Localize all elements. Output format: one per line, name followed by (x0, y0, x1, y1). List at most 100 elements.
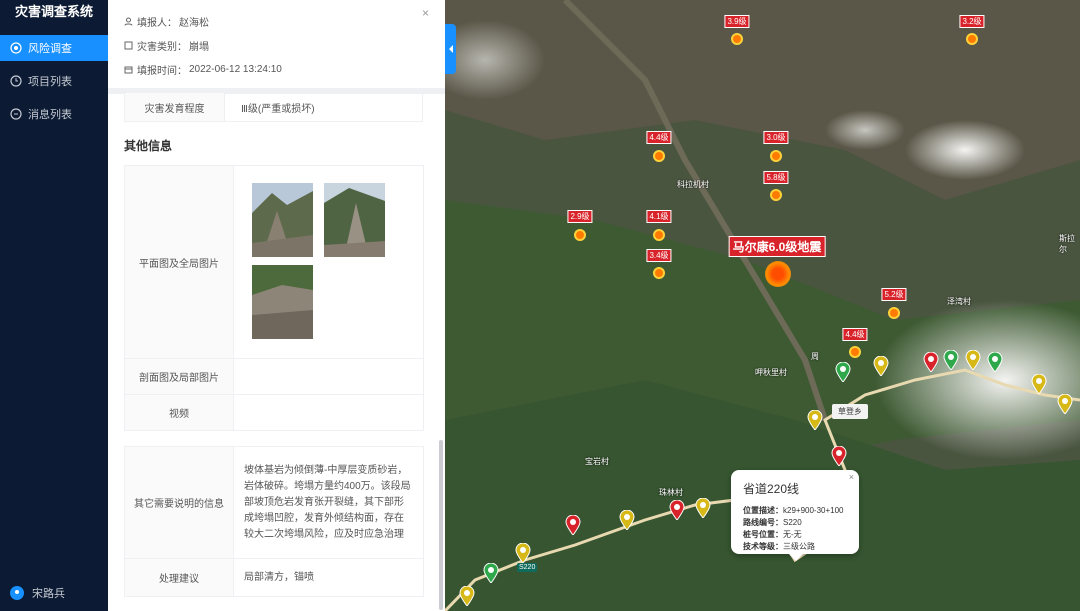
scrollbar[interactable] (439, 440, 443, 610)
stake-label: 桩号位置： (743, 530, 783, 539)
user-profile[interactable]: 宋路兵 (10, 585, 65, 601)
road-code-label: 路线编号： (743, 518, 783, 527)
earthquake-marker[interactable] (731, 33, 743, 45)
map-pin-icon[interactable] (831, 446, 847, 466)
photo-thumbnail[interactable] (323, 183, 385, 257)
note-label: 其它需要说明的信息 (124, 446, 234, 559)
magnitude-tag: 4.1级 (646, 210, 672, 223)
type-value: 崩塌 (189, 41, 209, 53)
map-pin-icon[interactable] (669, 500, 685, 520)
map-view[interactable]: 科拉机村 泽湾村 呷秋里村 宝岩村 珠林村 斯拉尔 周 3.9级 3.2级 4.… (445, 0, 1080, 611)
main-quake-label: 马尔康6.0级地震 (728, 236, 826, 257)
earthquake-marker[interactable] (888, 307, 900, 319)
place-label: 科拉机村 (677, 180, 709, 189)
media-table: 平面图及全局图片 剖面图及局部图片 视频 (124, 165, 424, 431)
map-pin-icon[interactable] (923, 352, 939, 372)
close-icon[interactable]: × (422, 6, 429, 20)
map-pin-icon[interactable] (873, 356, 889, 376)
place-label: 宝岩村 (585, 457, 609, 466)
map-pin-icon[interactable] (619, 510, 635, 530)
photo-thumbnail[interactable] (252, 183, 313, 257)
time-label: 填报时间： (137, 65, 187, 77)
section-title: 其他信息 (124, 139, 173, 153)
road-info-popup: × 省道220线 位置描述：k29+900-30+100 路线编号：S220 桩… (731, 470, 859, 561)
type-label: 灾害类别： (137, 41, 187, 53)
map-pin-icon[interactable] (1057, 394, 1073, 414)
note-value: 坡体基岩为倾倒薄-中厚层变质砂岩，岩体破碎。垮塌方量约400万。该段局部坡顶危岩… (233, 446, 424, 559)
calendar-icon (124, 66, 133, 73)
earthquake-marker[interactable] (653, 229, 665, 241)
collapse-panel-button[interactable] (445, 24, 456, 74)
place-label: 泽湾村 (947, 297, 971, 306)
develop-value: Ⅲ级(严重或损坏) (241, 103, 315, 115)
advice-value: 局部清方，锚喷 (233, 558, 424, 597)
video-label: 视频 (124, 394, 234, 431)
road-tag: S220 (517, 563, 538, 572)
close-icon[interactable]: × (849, 472, 854, 482)
develop-label: 灾害发育程度 (125, 93, 225, 121)
sidebar: 灾害调查系统 风险调查 项目列表 消息列表 宋路兵 (0, 0, 108, 611)
map-pin-icon[interactable] (807, 410, 823, 430)
magnitude-tag: 5.2级 (881, 288, 907, 301)
sidebar-item-message-list[interactable]: 消息列表 (0, 101, 108, 127)
map-pin-icon[interactable] (695, 498, 711, 518)
develop-row: 灾害发育程度 Ⅲ级(严重或损坏) (124, 92, 423, 122)
message-list-icon (10, 108, 22, 120)
place-label: 呷秋里村 (755, 368, 787, 377)
map-pin-icon[interactable] (459, 586, 475, 606)
grade-label: 技术等级： (743, 542, 783, 551)
place-label: 斯拉尔 (1059, 234, 1075, 254)
earthquake-marker[interactable] (574, 229, 586, 241)
map-pin-icon[interactable] (1031, 374, 1047, 394)
photo-thumbnail[interactable] (252, 265, 313, 339)
sidebar-item-project-list[interactable]: 项目列表 (0, 68, 108, 94)
sidebar-item-label: 消息列表 (28, 109, 72, 121)
earthquake-marker[interactable] (770, 189, 782, 201)
category-icon (124, 41, 133, 49)
earthquake-marker[interactable] (849, 346, 861, 358)
magnitude-tag: 3.0级 (763, 131, 789, 144)
time-row: 填报时间： 2022-06-12 13:24:10 (124, 57, 429, 81)
reporter-label: 填报人： (137, 17, 177, 29)
notes-table: 其它需要说明的信息 坡体基岩为倾倒薄-中厚层变质砂岩，岩体破碎。垮塌方量约400万… (124, 446, 424, 597)
location-label: 位置描述： (743, 506, 783, 515)
map-pin-icon[interactable] (483, 563, 499, 583)
magnitude-tag: 5.8级 (763, 171, 789, 184)
type-row: 灾害类别： 崩塌 (124, 33, 429, 57)
profile-label: 剖面图及局部图片 (124, 358, 234, 395)
magnitude-tag: 2.9级 (567, 210, 593, 223)
magnitude-tag: 3.4级 (646, 249, 672, 262)
map-pin-icon[interactable] (515, 543, 531, 563)
map-pin-icon[interactable] (965, 350, 981, 370)
magnitude-tag: 3.2级 (959, 15, 985, 28)
earthquake-marker[interactable] (653, 150, 665, 162)
map-pin-icon[interactable] (987, 352, 1003, 372)
earthquake-marker[interactable] (770, 150, 782, 162)
map-pin-icon[interactable] (943, 350, 959, 370)
app-title: 灾害调查系统 (14, 4, 93, 19)
earthquake-marker[interactable] (653, 267, 665, 279)
main-quake-marker[interactable] (765, 261, 791, 287)
earthquake-marker[interactable] (966, 33, 978, 45)
risk-survey-icon (10, 42, 22, 54)
user-name: 宋路兵 (32, 588, 65, 600)
chevron-left-icon (448, 45, 453, 53)
magnitude-tag: 3.9级 (724, 15, 750, 28)
place-label: 珠林村 (659, 488, 683, 497)
project-list-icon (10, 75, 22, 87)
plan-label: 平面图及全局图片 (124, 165, 234, 359)
photo-gallery (233, 165, 424, 359)
reporter-row: 填报人： 赵海松 (124, 9, 429, 33)
town-label: 草登乡 (832, 404, 868, 419)
user-icon (124, 17, 133, 26)
sidebar-item-risk-survey[interactable]: 风险调查 (0, 35, 108, 61)
magnitude-tag: 4.4级 (646, 131, 672, 144)
map-pin-icon[interactable] (565, 515, 581, 535)
road-code-value: S220 (783, 518, 802, 527)
magnitude-tag: 4.4级 (842, 328, 868, 341)
avatar (10, 586, 24, 600)
stake-value: 无-无 (783, 530, 802, 539)
map-pin-icon[interactable] (835, 362, 851, 382)
grade-value: 三级公路 (783, 542, 815, 551)
time-value: 2022-06-12 13:24:10 (189, 63, 282, 75)
